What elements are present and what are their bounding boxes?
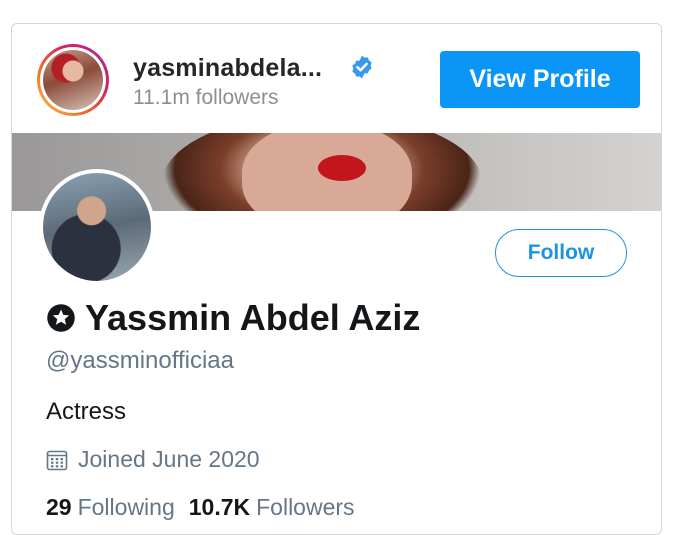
instagram-username[interactable]: yasminabdela...	[133, 54, 322, 83]
following-count[interactable]: 29	[46, 494, 72, 521]
instagram-profile-header: yasminabdela... 11.1m followers View Pro…	[12, 24, 661, 133]
instagram-follower-count: 11.1m followers	[133, 86, 279, 109]
follow-stats: 29 Following 10.7K Followers	[46, 494, 369, 521]
profile-bio: Actress	[46, 398, 127, 425]
display-name-text: Yassmin Abdel Aziz	[85, 297, 421, 338]
twitter-handle: @yassminofficiaa	[46, 347, 234, 374]
avatar-photo	[43, 173, 151, 281]
instagram-embed-card: yasminabdela... 11.1m followers View Pro…	[11, 23, 662, 535]
follow-button[interactable]: Follow	[495, 229, 627, 277]
instagram-avatar[interactable]	[37, 44, 109, 116]
followers-label[interactable]: Followers	[256, 494, 354, 521]
followers-count[interactable]: 10.7K	[189, 494, 250, 521]
view-profile-button[interactable]: View Profile	[440, 51, 640, 108]
joined-text: Joined June 2020	[78, 446, 260, 472]
calendar-icon	[46, 450, 68, 470]
star-badge-icon	[47, 304, 75, 332]
avatar-photo	[43, 50, 103, 110]
following-label[interactable]: Following	[78, 494, 175, 521]
display-name: Yassmin Abdel Aziz	[46, 297, 420, 339]
verified-badge-icon	[352, 55, 372, 79]
twitter-avatar[interactable]	[39, 169, 155, 285]
joined-date: Joined June 2020	[46, 446, 260, 473]
